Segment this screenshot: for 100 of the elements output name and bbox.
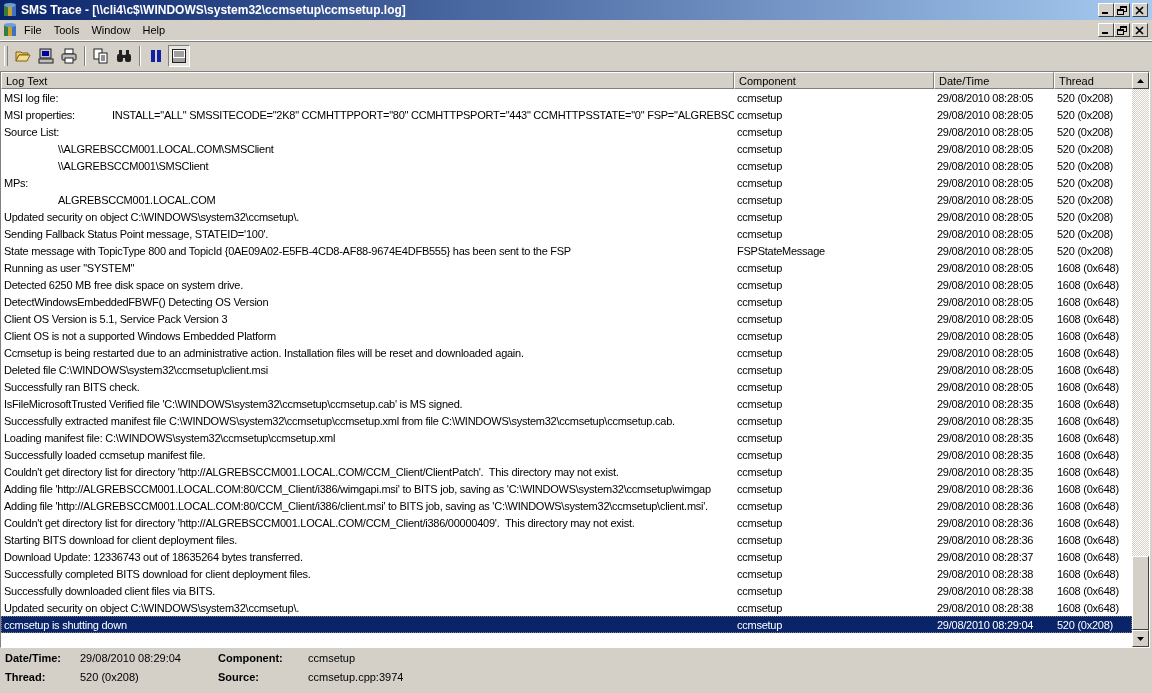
log-row[interactable]: MSI log file: ccmsetup 29/08/2010 08:28:05 520 (0x208) — [1, 89, 1132, 106]
component-cell-text: ccmsetup — [736, 261, 784, 274]
thread-cell-text: 1608 (0x648) — [1056, 295, 1120, 308]
date-time-cell-text: 29/08/2010 08:28:05 — [936, 210, 1035, 223]
log-row[interactable]: Couldn't get directory list for directory 'http://ALGREBSCCM001.LOCAL.COM/CCM_Client/i386/00000409'. This directory may not exist. ccmsetup 29/08/2010 08:28:36 1608 (0x648) — [1, 514, 1132, 531]
date-time-cell-text: 29/08/2010 08:28:05 — [936, 295, 1035, 308]
log-row[interactable]: Ccmsetup is being restarted due to an administrative action. Installation files will be reset and downloaded again. ccmsetup 29/08/2010 08:28:05 1608 (0x648) — [1, 344, 1132, 361]
document-close-button[interactable] — [1132, 23, 1148, 37]
log-row[interactable]: ALGREBSCCM001.LOCAL.COM ccmsetup 29/08/2010 08:28:05 520 (0x208) — [1, 191, 1132, 208]
log-text-cell-text: ccmsetup is shutting down — [3, 618, 128, 631]
date-time-cell-text: 29/08/2010 08:28:35 — [936, 414, 1035, 427]
thread-cell-text: 1608 (0x648) — [1056, 380, 1120, 393]
date-time-cell-text: 29/08/2010 08:28:36 — [936, 499, 1035, 512]
log-row[interactable]: Successfully extracted manifest file C:\WINDOWS\system32\ccmsetup\ccmsetup.xml from file C:\WINDOWS\system32\ccmsetup\ccmsetup.cab. ccmsetup 29/08/2010 08:28:35 1608 (0x648) — [1, 412, 1132, 429]
detail-value: 520 (0x208) — [80, 670, 140, 685]
computer-icon — [38, 48, 54, 64]
log-row[interactable]: Download Update: 12336743 out of 18635264 bytes transferred. ccmsetup 29/08/2010 08:28:37 1608 (0x648) — [1, 548, 1132, 565]
date-time-cell-text: 29/08/2010 08:28:35 — [936, 465, 1035, 478]
column-header[interactable]: Log Text — [1, 72, 734, 89]
scroll-thumb[interactable] — [1132, 556, 1149, 630]
details-pane-button[interactable] — [168, 45, 190, 67]
thread-cell-text: 520 (0x208) — [1056, 142, 1114, 155]
open-folder-icon — [15, 48, 31, 64]
log-row[interactable]: Client OS Version is 5.1, Service Pack Version 3 ccmsetup 29/08/2010 08:28:05 1608 (0x648) — [1, 310, 1132, 327]
log-row[interactable]: Detected 6250 MB free disk space on system drive. ccmsetup 29/08/2010 08:28:05 1608 (0x648) — [1, 276, 1132, 293]
log-row[interactable]: Updated security on object C:\WINDOWS\system32\ccmsetup\. ccmsetup 29/08/2010 08:28:05 520 (0x208) — [1, 208, 1132, 225]
date-time-cell-text: 29/08/2010 08:28:36 — [936, 482, 1035, 495]
log-row[interactable]: Successfully ran BITS check. ccmsetup 29/08/2010 08:28:05 1608 (0x648) — [1, 378, 1132, 395]
restore-icon — [1117, 5, 1127, 15]
component-cell-text: ccmsetup — [736, 567, 784, 580]
menu-item[interactable]: Tools — [47, 24, 86, 36]
thread-cell-text: 1608 (0x648) — [1056, 482, 1120, 495]
printer-button[interactable] — [58, 45, 80, 67]
log-text-cell-text: State message with TopicType 800 and TopicId {0AE09A02-E5FB-4CD8-AF88-9674E4DFB555} has been sent to the FSP — [3, 244, 572, 257]
menu-item[interactable]: Window — [85, 24, 137, 36]
menu-item[interactable]: File — [18, 24, 48, 36]
column-header[interactable]: Thread — [1054, 72, 1132, 89]
date-time-cell-text: 29/08/2010 08:28:05 — [936, 193, 1035, 206]
log-text-cell-text: MSI log file: — [3, 91, 60, 104]
date-time-cell-text: 29/08/2010 08:28:05 — [936, 244, 1035, 257]
component-cell-text: ccmsetup — [736, 193, 784, 206]
date-time-cell-text: 29/08/2010 08:28:38 — [936, 584, 1035, 597]
minimize-button[interactable] — [1098, 3, 1114, 17]
log-text-cell-text: Client OS is not a supported Windows Embedded Platform — [3, 329, 278, 342]
copy-icon — [93, 48, 109, 64]
date-time-cell-text: 29/08/2010 08:28:35 — [936, 448, 1035, 461]
date-time-cell-text: 29/08/2010 08:28:05 — [936, 108, 1035, 121]
log-text-cell-text: Starting BITS download for client deployment files. — [3, 533, 239, 546]
column-header[interactable]: Date/Time — [934, 72, 1054, 89]
log-row[interactable]: Client OS is not a supported Windows Embedded Platform ccmsetup 29/08/2010 08:28:05 1608 (0x648) — [1, 327, 1132, 344]
column-header[interactable]: Component — [734, 72, 934, 89]
menu-item[interactable]: Help — [136, 24, 172, 36]
close-button[interactable] — [1132, 3, 1148, 17]
log-row[interactable]: State message with TopicType 800 and TopicId {0AE09A02-E5FB-4CD8-AF88-9674E4DFB555} has been sent to the FSP FSPStateMessage 29/08/2010 08:28:05 520 (0x208) — [1, 242, 1132, 259]
log-row[interactable]: Successfully completed BITS download for client deployment files. ccmsetup 29/08/2010 08:28:38 1608 (0x648) — [1, 565, 1132, 582]
date-time-cell-text: 29/08/2010 08:28:35 — [936, 397, 1035, 410]
log-row[interactable]: \\ALGREBSCCM001.LOCAL.COM\SMSClient ccmsetup 29/08/2010 08:28:05 520 (0x208) — [1, 140, 1132, 157]
log-text-cell-text: Client OS Version is 5.1, Service Pack Version 3 — [3, 312, 229, 325]
log-row[interactable]: Source List: ccmsetup 29/08/2010 08:28:05 520 (0x208) — [1, 123, 1132, 140]
scroll-up-button[interactable] — [1132, 72, 1149, 89]
computer-button[interactable] — [35, 45, 57, 67]
log-row[interactable]: Adding file 'http://ALGREBSCCM001.LOCAL.COM:80/CCM_Client/i386/wimgapi.msi' to BITS job, saving as 'C:\WINDOWS\system32\ccmsetup\wimgap ccmsetup 29/08/2010 08:28:36 1608 (0x648) — [1, 480, 1132, 497]
thread-cell-text: 1608 (0x648) — [1056, 499, 1120, 512]
detail-value: 29/08/2010 08:29:04 — [80, 651, 182, 666]
log-row[interactable]: Sending Fallback Status Point message, STATEID='100'. ccmsetup 29/08/2010 08:28:05 520 (0x208) — [1, 225, 1132, 242]
component-cell-text: ccmsetup — [736, 380, 784, 393]
date-time-cell-text: 29/08/2010 08:28:05 — [936, 329, 1035, 342]
component-cell-text: ccmsetup — [736, 397, 784, 410]
log-row[interactable]: MPs: ccmsetup 29/08/2010 08:28:05 520 (0x208) — [1, 174, 1132, 191]
log-row[interactable]: DetectWindowsEmbeddedFBWF() Detecting OS Version ccmsetup 29/08/2010 08:28:05 1608 (0x648) — [1, 293, 1132, 310]
pause-icon — [148, 48, 164, 64]
log-row[interactable]: Successfully loaded ccmsetup manifest file. ccmsetup 29/08/2010 08:28:35 1608 (0x648) — [1, 446, 1132, 463]
document-minimize-button[interactable] — [1098, 23, 1114, 37]
log-row[interactable]: Couldn't get directory list for directory 'http://ALGREBSCCM001.LOCAL.COM/CCM_Client/ClientPatch'. This directory may not exist. ccmsetup 29/08/2010 08:28:35 1608 (0x648) — [1, 463, 1132, 480]
log-row[interactable]: Successfully downloaded client files via BITS. ccmsetup 29/08/2010 08:28:38 1608 (0x648) — [1, 582, 1132, 599]
log-row[interactable]: Deleted file C:\WINDOWS\system32\ccmsetup\client.msi ccmsetup 29/08/2010 08:28:05 1608 (0x648) — [1, 361, 1132, 378]
log-row[interactable]: IsFileMicrosoftTrusted Verified file 'C:\WINDOWS\system32\ccmsetup\ccmsetup.cab' is MS signed. ccmsetup 29/08/2010 08:28:35 1608 (0x648) — [1, 395, 1132, 412]
log-text-cell-text: Updated security on object C:\WINDOWS\system32\ccmsetup\. — [3, 601, 301, 614]
document-restore-button[interactable] — [1114, 23, 1130, 37]
thread-cell-text: 1608 (0x648) — [1056, 533, 1120, 546]
component-cell-text: ccmsetup — [736, 482, 784, 495]
scroll-down-button[interactable] — [1132, 630, 1149, 647]
log-row[interactable]: Adding file 'http://ALGREBSCCM001.LOCAL.COM:80/CCM_Client/i386/client.msi' to BITS job, saving as 'C:\WINDOWS\system32\ccmsetup\client.msi'. ccmsetup 29/08/2010 08:28:36 1608 (0x648) — [1, 497, 1132, 514]
log-row[interactable]: \\ALGREBSCCM001\SMSClient ccmsetup 29/08/2010 08:28:05 520 (0x208) — [1, 157, 1132, 174]
date-time-cell-text: 29/08/2010 08:28:05 — [936, 125, 1035, 138]
thread-cell-text: 520 (0x208) — [1056, 210, 1114, 223]
minimize-icon — [1102, 31, 1108, 34]
vertical-scrollbar[interactable] — [1132, 72, 1149, 647]
component-cell-text: ccmsetup — [736, 431, 784, 444]
restore-button[interactable] — [1114, 3, 1130, 17]
app-icon[interactable] — [2, 2, 18, 18]
restore-icon — [1117, 25, 1127, 35]
log-row[interactable]: Starting BITS download for client deployment files. ccmsetup 29/08/2010 08:28:36 1608 (0x648) — [1, 531, 1132, 548]
log-row[interactable]: Updated security on object C:\WINDOWS\system32\ccmsetup\. ccmsetup 29/08/2010 08:28:38 1608 (0x648) — [1, 599, 1132, 616]
log-text-cell-text: Couldn't get directory list for directory 'http://ALGREBSCCM001.LOCAL.COM/CCM_Client/ClientPatch'. This directory may not exist. — [3, 465, 620, 478]
log-row[interactable]: Running as user "SYSTEM" ccmsetup 29/08/2010 08:28:05 1608 (0x648) — [1, 259, 1132, 276]
thread-cell-text: 1608 (0x648) — [1056, 278, 1120, 291]
log-row[interactable]: Loading manifest file: C:\WINDOWS\system32\ccmsetup\ccmsetup.xml ccmsetup 29/08/2010 08:28:35 1608 (0x648) — [1, 429, 1132, 446]
log-row[interactable]: ccmsetup is shutting down ccmsetup 29/08/2010 08:29:04 520 (0x208) — [1, 616, 1132, 633]
log-text-cell-text: Download Update: 12336743 out of 18635264 bytes transferred. — [3, 550, 304, 563]
